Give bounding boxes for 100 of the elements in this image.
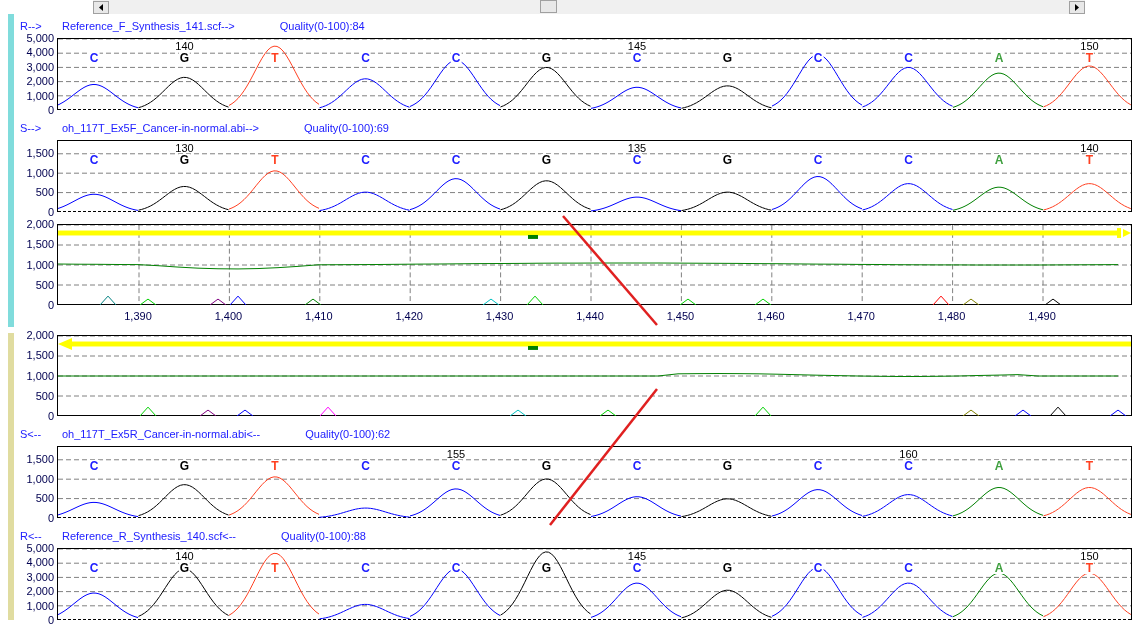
- base-position-number: 145: [627, 550, 647, 562]
- axis-tick-label: 0: [47, 104, 54, 116]
- axis-tick-label: 0: [47, 410, 54, 422]
- axis-tick-label: 3,000: [26, 61, 54, 73]
- base-call-letter: C: [360, 562, 371, 574]
- scroll-right-button[interactable]: [1069, 0, 1085, 14]
- base-call-letter: G: [721, 154, 734, 166]
- base-call-letter: G: [540, 562, 553, 574]
- axis-tick-label: 1,480: [937, 310, 966, 322]
- base-call-letter: T: [1084, 562, 1095, 574]
- axis-tick-label: 0: [47, 614, 54, 626]
- scroll-thumb[interactable]: [540, 0, 557, 13]
- scroll-left-button[interactable]: [93, 0, 109, 14]
- axis-tick-label: 1,490: [1028, 310, 1056, 322]
- base-call-letter: C: [360, 154, 371, 166]
- base-call-letter: C: [631, 52, 643, 64]
- axis-tick-label: 500: [35, 186, 54, 198]
- trace-file-name: oh_117T_Ex5R_Cancer-in-normal.abi<--: [62, 428, 261, 440]
- axis-tick-label: 0: [47, 512, 54, 524]
- trace-direction-label: S<--: [20, 428, 43, 440]
- base-call-letter: C: [812, 52, 824, 64]
- axis-tick-label: 1,000: [26, 600, 54, 612]
- quality-score: Quality(0-100):69: [304, 122, 389, 134]
- base-call-letter: A: [993, 562, 1005, 574]
- axis-tick-label: 2,000: [26, 329, 54, 341]
- base-call-letter: G: [540, 52, 553, 64]
- base-position-number: 135: [627, 142, 647, 154]
- trace-file-name: oh_117T_Ex5F_Cancer-in-normal.abi-->: [62, 122, 259, 134]
- base-call-letter: C: [450, 154, 462, 166]
- base-call-letter: A: [993, 460, 1005, 472]
- base-call-letter: G: [178, 460, 191, 472]
- axis-tick-label: 1,410: [305, 310, 333, 322]
- trace-direction-label: S-->: [20, 122, 43, 134]
- axis-tick-label: 1,000: [26, 259, 54, 270]
- base-call-letter: C: [903, 154, 914, 166]
- axis-tick-label: 1,500: [26, 238, 54, 250]
- axis-tick-label: 1,390: [124, 310, 152, 322]
- base-call-letter: G: [721, 460, 734, 472]
- base-call-letter: C: [450, 52, 462, 64]
- trace-direction-label: R<--: [20, 530, 43, 542]
- quality-score: Quality(0-100):62: [305, 428, 391, 440]
- base-call-letter: A: [993, 52, 1005, 64]
- base-call-letter: C: [631, 460, 643, 472]
- axis-tick-label: 1,460: [757, 310, 785, 322]
- base-position-number: 140: [175, 40, 194, 52]
- axis-tick-label: 500: [35, 390, 54, 402]
- base-call-letter: C: [360, 460, 371, 472]
- axis-tick-label: 1,420: [395, 310, 423, 322]
- base-position-number: 145: [627, 40, 647, 52]
- axis-tick-label: 0: [47, 299, 54, 311]
- axis-tick-label: 2,000: [26, 218, 54, 230]
- base-position-number: 150: [1080, 550, 1099, 562]
- base-call-letter: G: [540, 154, 553, 166]
- base-call-letter: T: [1084, 52, 1095, 64]
- base-position-number: 140: [1080, 142, 1099, 154]
- base-position-number: 130: [175, 142, 194, 154]
- axis-tick-label: 1,470: [847, 310, 875, 322]
- axis-tick-label: 3,000: [26, 571, 54, 583]
- position-marker: [528, 235, 538, 239]
- right-arrow-icon: [1075, 3, 1079, 11]
- base-call-letter: G: [178, 154, 191, 166]
- axis-tick-label: 500: [35, 492, 54, 504]
- base-call-letter: T: [270, 154, 280, 166]
- axis-tick-label: 2,000: [26, 585, 54, 597]
- base-call-letter: C: [903, 52, 914, 64]
- position-marker: [528, 346, 538, 350]
- left-arrow-icon: [99, 3, 103, 11]
- axis-tick-label: 1,450: [666, 310, 695, 322]
- axis-tick-label: 1,500: [26, 453, 54, 465]
- base-call-letter: C: [88, 154, 100, 166]
- base-call-letter: C: [812, 460, 824, 472]
- base-call-letter: C: [450, 562, 462, 574]
- base-call-letter: C: [812, 562, 824, 574]
- axis-tick-label: 0: [47, 206, 54, 218]
- base-position-number: 140: [175, 550, 194, 562]
- base-call-letter: C: [360, 52, 371, 64]
- axis-tick-label: 1,000: [26, 167, 54, 179]
- quality-score: Quality(0-100):88: [280, 530, 366, 542]
- base-call-letter: G: [540, 460, 553, 472]
- base-call-letter: G: [721, 562, 734, 574]
- base-call-letter: C: [450, 460, 462, 472]
- base-position-number: 160: [899, 448, 918, 460]
- trace-file-name: Reference_F_Synthesis_141.scf-->: [62, 20, 235, 32]
- trace-file-name: Reference_R_Synthesis_140.scf<--: [62, 530, 236, 542]
- base-call-letter: C: [88, 52, 100, 64]
- base-call-letter: C: [631, 154, 643, 166]
- axis-tick-label: 1,440: [576, 310, 604, 322]
- base-call-letter: T: [270, 562, 280, 574]
- axis-tick-label: 5,000: [26, 32, 54, 44]
- base-position-number: 155: [446, 448, 466, 460]
- axis-tick-label: 1,400: [214, 310, 243, 322]
- axis-tick-label: 5,000: [26, 542, 54, 554]
- base-call-letter: G: [178, 52, 191, 64]
- axis-tick-label: 1,500: [26, 349, 54, 361]
- axis-tick-label: 2,000: [26, 75, 54, 87]
- axis-tick-label: 1,000: [26, 90, 54, 102]
- base-call-letter: C: [903, 562, 914, 574]
- quality-score: Quality(0-100):84: [279, 20, 365, 32]
- base-position-number: 150: [1080, 40, 1099, 52]
- base-call-letter: G: [178, 562, 191, 574]
